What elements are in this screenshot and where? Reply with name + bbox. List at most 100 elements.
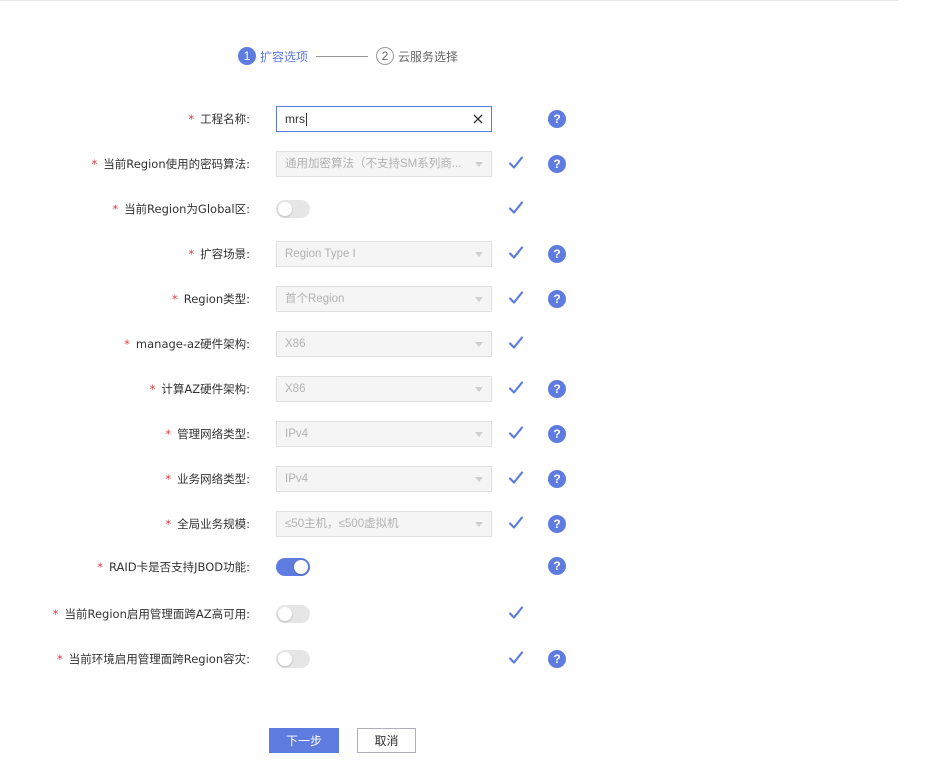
required-asterisk: * (188, 247, 195, 261)
field-label: * 当前Region使用的密码算法: (91, 157, 251, 171)
form-row-mgmt-network-type: * 管理网络类型: IPv4 ? (0, 421, 928, 447)
required-asterisk: * (188, 112, 195, 126)
mgmt-cross-region-dr-toggle[interactable] (276, 650, 310, 668)
toggle-knob (278, 202, 292, 216)
required-asterisk: * (165, 427, 172, 441)
form-row-raid-jbod: * RAID卡是否支持JBOD功能: ? (0, 554, 928, 580)
help-icon[interactable]: ? (548, 245, 566, 263)
checkmark-icon (508, 291, 524, 304)
chevron-down-icon (475, 162, 483, 167)
form-row-mgmt-cross-az-ha: * 当前Region启用管理面跨AZ高可用: (0, 601, 928, 627)
chevron-down-icon (475, 522, 483, 527)
checkmark-icon (508, 651, 524, 664)
select-value: ≤50主机，≤500虚拟机 (285, 518, 399, 530)
help-icon[interactable]: ? (548, 557, 566, 575)
service-network-type-select[interactable]: IPv4 (276, 466, 492, 492)
required-asterisk: * (97, 560, 103, 574)
step-connector (316, 55, 369, 57)
field-label: * 全局业务规模: (165, 517, 250, 531)
clear-icon[interactable] (471, 112, 485, 126)
form-row-manage-az-arch: * manage-az硬件架构: X86 (0, 331, 928, 357)
checkmark-icon (508, 246, 524, 259)
field-label: * 计算AZ硬件架构: (149, 382, 250, 396)
checkmark-icon (508, 516, 524, 529)
field-label: * 管理网络类型: (165, 427, 250, 441)
checkmark-icon (508, 606, 524, 619)
region-type-select[interactable]: 首个Region (276, 286, 492, 312)
field-label: * 当前Region为Global区: (112, 202, 250, 216)
select-value: IPv4 (285, 473, 309, 485)
form-row-service-network-type: * 业务网络类型: IPv4 ? (0, 466, 928, 492)
required-asterisk: * (172, 292, 178, 306)
chevron-down-icon (475, 252, 483, 257)
checkmark-icon (508, 471, 524, 484)
required-asterisk: * (165, 472, 172, 486)
field-label: * manage-az硬件架构: (124, 337, 250, 351)
select-value: 首个Region (285, 293, 345, 305)
help-icon[interactable]: ? (548, 425, 566, 443)
field-label: * 工程名称: (188, 112, 250, 126)
checkmark-icon (508, 381, 524, 394)
select-value: 通用加密算法（不支持SM系列商... (285, 158, 462, 170)
global-service-scale-select[interactable]: ≤50主机，≤500虚拟机 (276, 511, 492, 537)
form-row-compute-az-arch: * 计算AZ硬件架构: X86 ? (0, 376, 928, 402)
toggle-knob (278, 607, 292, 621)
cancel-button[interactable]: 取消 (357, 728, 416, 753)
required-asterisk: * (91, 157, 98, 171)
step-label-1: 扩容选项 (260, 49, 309, 64)
checkmark-icon (508, 336, 524, 349)
select-value: X86 (285, 338, 306, 350)
help-icon[interactable]: ? (548, 290, 566, 308)
chevron-down-icon (475, 432, 483, 437)
checkmark-icon (508, 201, 524, 214)
step-expansion-options[interactable]: 1 扩容选项 (238, 47, 308, 65)
help-icon[interactable]: ? (548, 650, 566, 668)
mgmt-cross-az-ha-toggle[interactable] (276, 605, 310, 623)
form-row-expansion-scenario: * 扩容场景: Region Type I ? (0, 241, 928, 267)
toggle-knob (294, 560, 308, 574)
form-row-region-type: * Region类型: 首个Region ? (0, 286, 928, 312)
field-label: * RAID卡是否支持JBOD功能: (97, 560, 250, 574)
project-name-input[interactable]: mrs (276, 106, 492, 132)
help-icon[interactable]: ? (548, 515, 566, 533)
help-icon[interactable]: ? (548, 155, 566, 173)
required-asterisk: * (149, 382, 156, 396)
form-row-global-service-scale: * 全局业务规模: ≤50主机，≤500虚拟机 ? (0, 511, 928, 537)
project-name-value: mrs (285, 112, 305, 126)
form-row-is-global: * 当前Region为Global区: (0, 196, 928, 222)
form-row-crypto-algorithm: * 当前Region使用的密码算法: 通用加密算法（不支持SM系列商... ? (0, 151, 928, 177)
next-step-button[interactable]: 下一步 (269, 728, 339, 753)
chevron-down-icon (475, 297, 483, 302)
required-asterisk: * (124, 337, 130, 351)
checkmark-icon (508, 156, 524, 169)
help-icon[interactable]: ? (548, 470, 566, 488)
step-number-1: 1 (238, 47, 256, 65)
is-global-toggle[interactable] (276, 200, 310, 218)
form-row-mgmt-cross-region-dr: * 当前环境启用管理面跨Region容灾: ? (0, 646, 928, 672)
wizard-stepper: 1 扩容选项 2 云服务选择 (238, 46, 458, 66)
raid-jbod-toggle[interactable] (276, 558, 310, 576)
chevron-down-icon (475, 477, 483, 482)
mgmt-network-type-select[interactable]: IPv4 (276, 421, 492, 447)
help-icon[interactable]: ? (548, 380, 566, 398)
field-label: * 当前环境启用管理面跨Region容灾: (57, 652, 250, 666)
step-cloud-service-selection[interactable]: 2 云服务选择 (376, 47, 458, 65)
manage-az-arch-select[interactable]: X86 (276, 331, 492, 357)
select-value: X86 (285, 383, 306, 395)
required-asterisk: * (112, 202, 119, 216)
field-label: * 扩容场景: (188, 247, 250, 261)
chevron-down-icon (475, 387, 483, 392)
compute-az-arch-select[interactable]: X86 (276, 376, 492, 402)
field-label: * 业务网络类型: (165, 472, 250, 486)
toggle-knob (278, 652, 292, 666)
text-caret (306, 113, 307, 127)
crypto-algorithm-select[interactable]: 通用加密算法（不支持SM系列商... (276, 151, 492, 177)
checkmark-icon (508, 426, 524, 439)
step-label-2: 云服务选择 (398, 49, 459, 64)
required-asterisk: * (165, 517, 172, 531)
required-asterisk: * (52, 607, 59, 621)
field-label: * Region类型: (172, 292, 250, 306)
expansion-scenario-select[interactable]: Region Type I (276, 241, 492, 267)
help-icon[interactable]: ? (548, 110, 566, 128)
select-value: IPv4 (285, 428, 309, 440)
